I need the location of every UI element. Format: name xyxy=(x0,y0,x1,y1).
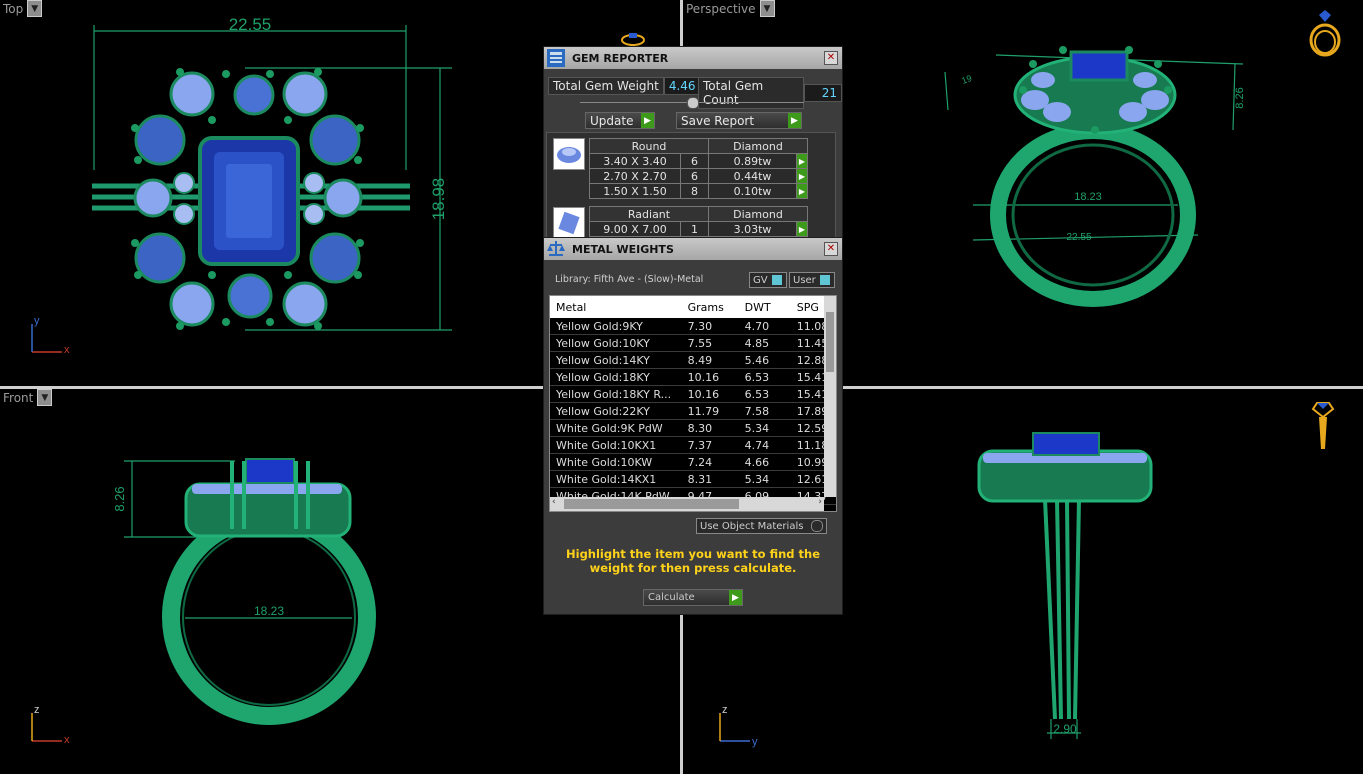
svg-text:y: y xyxy=(34,315,40,327)
report-slider-handle[interactable] xyxy=(687,97,699,109)
viewport-front-label[interactable]: Front ▼ xyxy=(0,389,53,406)
front-halo-gems xyxy=(192,484,342,494)
perspective-center-stone xyxy=(1069,50,1129,82)
gem-reporter-titlebar[interactable]: GEM REPORTER ✕ xyxy=(544,47,842,69)
top-width-dim: 22.55 xyxy=(229,15,272,34)
ring-marker-icon xyxy=(621,33,645,46)
table-row[interactable]: White Gold:10KX1 7.37 4.74 11.18 xyxy=(550,437,836,454)
gem-row[interactable]: 2.70 X 2.70 6 0.44tw ▶ xyxy=(589,168,808,184)
close-icon[interactable]: ✕ xyxy=(824,51,838,65)
scroll-right-icon[interactable]: › xyxy=(818,497,822,507)
metal-scale-icon xyxy=(547,241,565,256)
metal-weights-panel: METAL WEIGHTS ✕ Library: Fifth Ave - (Sl… xyxy=(543,237,843,615)
play-icon: ▶ xyxy=(729,590,742,605)
play-icon[interactable]: ▶ xyxy=(796,221,808,237)
svg-text:8.26: 8.26 xyxy=(1234,87,1246,108)
table-row[interactable]: Yellow Gold:9KY 7.30 4.70 11.08 xyxy=(550,318,836,335)
svg-text:x: x xyxy=(64,734,70,746)
gv-toggle[interactable]: GV xyxy=(749,272,787,288)
close-icon[interactable]: ✕ xyxy=(824,242,838,256)
top-axis-indicator: x y xyxy=(31,315,70,356)
front-center-stone xyxy=(245,458,295,484)
table-row[interactable]: Yellow Gold:18KY 10.16 6.53 15.41 xyxy=(550,369,836,386)
calculate-button[interactable]: Calculate ▶ xyxy=(643,589,743,606)
top-height-dim: 18.98 xyxy=(429,178,448,221)
round-gem-icon xyxy=(553,138,585,170)
front-axis-indicator: x z xyxy=(31,704,70,746)
table-row[interactable]: White Gold:9K PdW 8.30 5.34 12.59 xyxy=(550,420,836,437)
svg-text:z: z xyxy=(34,704,40,716)
top-center-stone xyxy=(198,136,300,266)
right-shank xyxy=(1043,498,1081,720)
play-icon[interactable]: ▶ xyxy=(796,183,808,199)
gem-row[interactable]: 1.50 X 1.50 8 0.10tw ▶ xyxy=(589,183,808,199)
gem-list[interactable]: Round Diamond 3.40 X 3.40 6 0.89tw ▶ 2.70 X … xyxy=(546,132,836,241)
round-gem-table: Round Diamond 3.40 X 3.40 6 0.89tw ▶ 2.70 X … xyxy=(589,138,808,199)
metal-weights-title: METAL WEIGHTS xyxy=(572,242,674,256)
gem-reporter-panel: GEM REPORTER ✕ Total Gem Weight 4.46 Tot… xyxy=(543,46,843,241)
play-icon[interactable]: ▶ xyxy=(796,168,808,184)
gem-reporter-title: GEM REPORTER xyxy=(572,51,669,65)
svg-text:18.23: 18.23 xyxy=(254,604,284,618)
svg-text:8.26: 8.26 xyxy=(112,486,127,511)
metal-weights-titlebar[interactable]: METAL WEIGHTS ✕ xyxy=(544,238,842,260)
chevron-down-icon[interactable]: ▼ xyxy=(759,0,775,17)
radiant-gem-icon xyxy=(553,207,585,239)
scroll-left-icon[interactable]: ‹ xyxy=(552,497,556,507)
play-icon[interactable]: ▶ xyxy=(796,153,808,169)
svg-text:18.23: 18.23 xyxy=(1074,191,1102,203)
save-report-button[interactable]: Save Report ▶ xyxy=(676,112,802,129)
update-button[interactable]: Update ▶ xyxy=(585,112,655,129)
calculate-instruction: Highlight the item you want to find the … xyxy=(566,547,820,575)
use-object-materials-toggle[interactable]: Use Object Materials xyxy=(696,518,827,534)
svg-text:x: x xyxy=(64,344,70,356)
horizontal-scrollbar[interactable]: ‹ › xyxy=(550,497,824,511)
total-gem-weight: Total Gem Weight 4.46 xyxy=(548,77,701,95)
chevron-down-icon[interactable]: ▼ xyxy=(27,0,43,17)
ring-view-icon[interactable] xyxy=(1309,10,1341,57)
library-label: Library: Fifth Ave - (Slow)-Metal xyxy=(555,274,704,285)
chevron-down-icon[interactable]: ▼ xyxy=(37,389,53,406)
play-icon: ▶ xyxy=(641,113,654,128)
vertical-scrollbar[interactable] xyxy=(824,296,836,497)
right-center-stone xyxy=(1032,432,1100,456)
gem-view-icon[interactable] xyxy=(1311,402,1335,449)
table-row[interactable]: Yellow Gold:22KY 11.79 7.58 17.89 xyxy=(550,403,836,420)
perspective-shank xyxy=(990,123,1196,307)
radiant-gem-table: Radiant Diamond 9.00 X 7.00 1 3.03tw ▶ xyxy=(589,206,808,237)
total-gem-count: Total Gem Count 21 xyxy=(698,77,842,109)
user-toggle[interactable]: User xyxy=(789,272,835,288)
play-icon: ▶ xyxy=(788,113,801,128)
metal-weights-table[interactable]: Metal Grams DWT SPG Yellow Gold:9KY 7.30 4… xyxy=(549,295,837,512)
svg-text:z: z xyxy=(722,704,728,716)
viewport-top-label[interactable]: Top ▼ xyxy=(0,0,43,17)
metal-table-body: Yellow Gold:9KY 7.30 4.70 11.08 Yellow Gold:… xyxy=(550,318,836,505)
total-gem-weight-value[interactable]: 4.46 xyxy=(663,77,701,95)
metal-table-header: Metal Grams DWT SPG xyxy=(550,296,836,318)
gem-row[interactable]: 3.40 X 3.40 6 0.89tw ▶ xyxy=(589,153,808,169)
svg-text:22.55: 22.55 xyxy=(1066,232,1091,243)
table-row[interactable]: White Gold:14KX1 8.31 5.34 12.61 xyxy=(550,471,836,488)
viewport-perspective-label[interactable]: Perspective ▼ xyxy=(683,0,775,17)
svg-text:2.90: 2.90 xyxy=(1053,722,1077,736)
table-row[interactable]: Yellow Gold:18KY R... 10.16 6.53 15.41 xyxy=(550,386,836,403)
table-row[interactable]: White Gold:10KW 7.24 4.66 10.99 xyxy=(550,454,836,471)
table-row[interactable]: Yellow Gold:14KY 8.49 5.46 12.88 xyxy=(550,352,836,369)
total-gem-count-value[interactable]: 21 xyxy=(804,84,842,102)
gem-row[interactable]: 9.00 X 7.00 1 3.03tw ▶ xyxy=(589,221,808,237)
svg-text:19: 19 xyxy=(960,73,973,86)
table-row[interactable]: Yellow Gold:10KY 7.55 4.85 11.45 xyxy=(550,335,836,352)
gem-report-icon xyxy=(547,49,565,67)
right-axis-indicator: y z xyxy=(719,704,758,748)
svg-text:y: y xyxy=(752,736,758,748)
